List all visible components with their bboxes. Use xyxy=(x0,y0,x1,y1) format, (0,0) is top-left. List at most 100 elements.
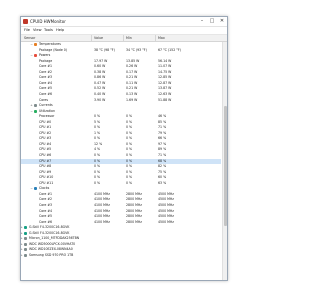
drive-icon xyxy=(24,242,27,246)
tree-row[interactable]: Core #6 4100 MHz 2800 MHz 4500 MHz xyxy=(21,220,221,225)
sensor-max: 67 °C (152 °F) xyxy=(158,47,181,52)
sensor-max: 71 % xyxy=(158,125,167,130)
sensor-max: 4500 MHz xyxy=(158,219,174,224)
tree-row[interactable]: Core #4 0.47 W 0.11 W 12.87 W xyxy=(21,81,221,86)
tree-row[interactable]: Core #3 4100 MHz 2800 MHz 4500 MHz xyxy=(21,203,221,208)
menu-bar: File View Tools Help xyxy=(21,27,227,35)
sensor-min: 2800 MHz xyxy=(126,191,142,196)
column-sensor[interactable]: Sensor xyxy=(24,35,35,41)
menu-file[interactable]: File xyxy=(24,27,30,34)
expand-icon[interactable]: + xyxy=(21,248,23,251)
sensor-label: Core #4 xyxy=(39,80,53,85)
tree-row[interactable]: Core #2 4100 MHz 2800 MHz 4500 MHz xyxy=(21,197,221,202)
minimize-button[interactable]: – xyxy=(197,17,207,26)
tree-row[interactable]: CPU #9 0 % 0 % 75 % xyxy=(21,170,221,175)
expand-icon[interactable]: + xyxy=(21,242,23,246)
sensor-min: 2800 MHz xyxy=(126,219,142,224)
tree-row[interactable]: CPU #11 0 % 0 % 63 % xyxy=(21,181,221,186)
sensor-max: 60 % xyxy=(158,175,167,180)
menu-view[interactable]: View xyxy=(33,27,42,34)
tree-row[interactable]: Core #3 0.86 W 0.21 W 12.85 W xyxy=(21,75,221,80)
sensor-min: 0.13 W xyxy=(126,91,138,96)
sensor-tree[interactable]: − Temperatures Package (Node 0) 38 °C (98 °… xyxy=(21,42,221,280)
tree-row[interactable]: Core #5 4100 MHz 2800 MHz 4500 MHz xyxy=(21,214,221,219)
tree-group-row[interactable]: − Powers xyxy=(21,53,221,58)
sensor-min: 2800 MHz xyxy=(126,197,142,202)
tree-row[interactable]: Core #4 4100 MHz 2800 MHz 4500 MHz xyxy=(21,209,221,214)
close-button[interactable]: ✕ xyxy=(217,17,227,26)
tree-row[interactable]: CPU #10 0 % 0 % 60 % xyxy=(21,175,221,180)
sensor-label: Core #1 xyxy=(39,191,53,196)
column-min[interactable]: Min xyxy=(126,35,132,41)
sensor-min: 0.17 W xyxy=(126,69,138,74)
sensor-label: Core #3 xyxy=(39,202,53,207)
sensor-min: 0 % xyxy=(126,130,133,135)
tree-group-row[interactable]: + WDC WD10EZEX-08WN4A0 xyxy=(21,247,221,252)
menu-tools[interactable]: Tools xyxy=(44,27,53,34)
tree-row[interactable]: CPU #4 12 % 0 % 97 % xyxy=(21,142,221,147)
tree-group-row[interactable]: − Clocks xyxy=(21,186,221,191)
expand-icon[interactable]: + xyxy=(21,226,23,229)
hwmonitor-window: CPUID HWMonitor – □ ✕ File View Tools He… xyxy=(20,16,228,281)
sensor-label: Package xyxy=(39,58,53,63)
sensor-value: 4100 MHz xyxy=(94,208,110,213)
tree-row[interactable]: Core #1 0.60 W 0.26 W 11.07 W xyxy=(21,64,221,69)
column-value[interactable]: Value xyxy=(94,35,103,41)
tree-row[interactable]: Cores 3.90 W 1.69 W 51.88 W xyxy=(21,98,221,103)
tree-row[interactable]: Core #6 0.40 W 0.13 W 12.63 W xyxy=(21,92,221,97)
sensor-value: 5 % xyxy=(94,119,101,124)
sensor-label: Core #6 xyxy=(39,219,53,224)
sensor-min: 0.11 W xyxy=(126,80,138,85)
expand-icon[interactable]: + xyxy=(21,253,23,257)
expand-icon[interactable]: + xyxy=(21,237,23,240)
title-bar[interactable]: CPUID HWMonitor – □ ✕ xyxy=(21,17,227,27)
tree-group-row[interactable]: − Temperatures xyxy=(21,42,221,47)
vertical-scrollbar[interactable] xyxy=(222,42,227,280)
tree-group-row[interactable]: + Samsung SSD 970 PRO 1TB xyxy=(21,253,221,258)
sensor-label: CPU #2 xyxy=(39,130,52,135)
maximize-button[interactable]: □ xyxy=(207,17,217,26)
tree-row[interactable]: Core #5 0.52 W 0.21 W 13.87 W xyxy=(21,86,221,91)
menu-help[interactable]: Help xyxy=(56,27,64,34)
tree-row[interactable]: Package 17.97 W 13.85 W 56.14 W xyxy=(21,59,221,64)
tree-row[interactable]: CPU #1 0 % 0 % 71 % xyxy=(21,125,221,130)
column-max[interactable]: Max xyxy=(158,35,165,41)
tree-row[interactable]: CPU #8 0 % 0 % 82 % xyxy=(21,164,221,169)
sensor-label: Currents xyxy=(39,103,53,108)
sensor-label: WDC WD10EZEX-08WN4A0 xyxy=(29,247,73,252)
tree-row[interactable]: CPU #5 4 % 0 % 89 % xyxy=(21,147,221,152)
tree-row[interactable]: Package (Node 0) 38 °C (98 °F) 34 °C (93 °… xyxy=(21,48,221,53)
tree-row[interactable]: CPU #6 0 % 0 % 71 % xyxy=(21,153,221,158)
sensor-label: Powers xyxy=(39,53,51,58)
collapse-icon[interactable]: − xyxy=(30,43,33,46)
sensor-min: 0 % xyxy=(126,175,133,180)
tree-group-row[interactable]: + WDC WD5000LPCX-00VHAT0 xyxy=(21,242,221,247)
sensor-min: 0.21 W xyxy=(126,75,138,80)
tree-group-row[interactable]: + Micron_1100_MTFDDAK256TBN xyxy=(21,236,221,241)
tree-group-row[interactable]: + G.Skill F4-3200C16-8GVK xyxy=(21,231,221,236)
sensor-label: Core #5 xyxy=(39,86,53,91)
tree-row[interactable]: Core #1 4100 MHz 2800 MHz 4500 MHz xyxy=(21,192,221,197)
tree-row[interactable]: CPU #7 0 % 0 % 68 % xyxy=(21,158,221,164)
tree-group-row[interactable]: + G.Skill F4-3200C16-8GVK xyxy=(21,225,221,230)
sensor-label: Core #5 xyxy=(39,214,53,219)
expand-icon[interactable]: + xyxy=(30,104,33,107)
tree-group-row[interactable]: − Utilization xyxy=(21,109,221,114)
memory-icon xyxy=(24,231,27,235)
tree-row[interactable]: Processor 0 % 0 % 46 % xyxy=(21,114,221,119)
expand-icon[interactable]: + xyxy=(21,231,23,235)
tree-row[interactable]: CPU #3 0 % 0 % 66 % xyxy=(21,136,221,141)
sensor-min: 0 % xyxy=(126,180,133,185)
sensor-value: 0 % xyxy=(94,153,101,157)
tree-group-row[interactable]: + Currents xyxy=(21,103,221,108)
tree-row[interactable]: Core #2 0.38 W 0.17 W 14.75 W xyxy=(21,70,221,75)
tree-row[interactable]: CPU #2 1 % 0 % 79 % xyxy=(21,131,221,136)
sensor-label: Micron_1100_MTFDDAK256TBN xyxy=(29,236,80,241)
tree-row[interactable]: CPU #0 5 % 0 % 85 % xyxy=(21,120,221,125)
collapse-icon[interactable]: − xyxy=(30,109,33,113)
sensor-label: Utilization xyxy=(39,108,55,113)
collapse-icon[interactable]: − xyxy=(30,187,33,190)
collapse-icon[interactable]: − xyxy=(30,54,33,57)
sensor-value: 12 % xyxy=(94,141,103,146)
scrollbar-thumb[interactable] xyxy=(224,106,227,226)
